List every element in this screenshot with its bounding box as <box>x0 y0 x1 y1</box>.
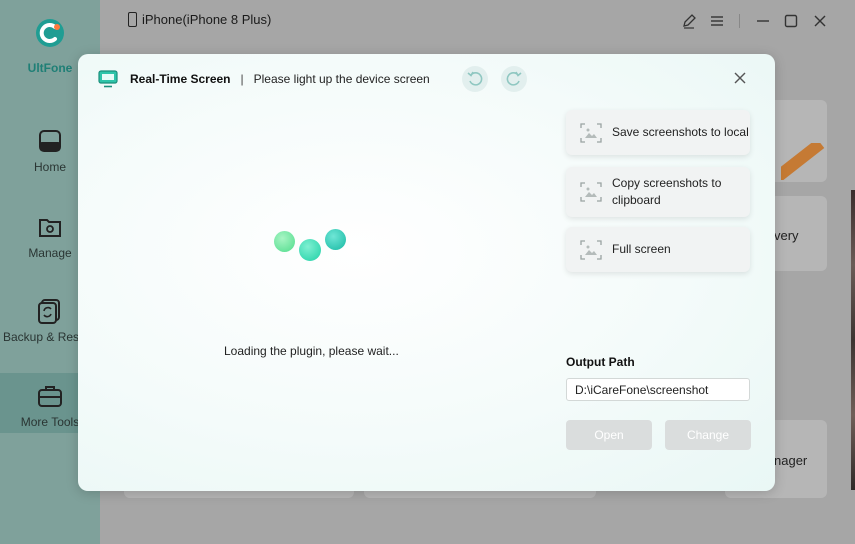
output-path-label: Output Path <box>566 355 635 369</box>
rotate-right-button[interactable] <box>501 66 527 92</box>
rotate-left-button[interactable] <box>462 66 488 92</box>
monitor-icon <box>98 70 118 88</box>
action-label: Save screenshots to local <box>612 125 749 139</box>
title-bar: iPhone(iPhone 8 Plus) <box>100 0 855 40</box>
copy-screenshots-button[interactable]: Copy screenshots to clipboard <box>566 167 750 217</box>
background-photo <box>851 190 855 490</box>
rotate-right-icon <box>506 71 522 86</box>
ultfone-logo-icon <box>36 19 64 47</box>
fullscreen-icon <box>580 239 602 260</box>
screenshot-icon <box>580 182 602 202</box>
close-dialog-icon[interactable] <box>733 71 747 85</box>
minimize-icon[interactable] <box>755 13 771 29</box>
dialog-header: Real-Time Screen | Please light up the d… <box>98 69 430 89</box>
maximize-icon[interactable] <box>783 13 799 29</box>
edit-icon[interactable] <box>681 13 697 29</box>
dialog-title: Real-Time Screen <box>130 72 231 86</box>
close-window-icon[interactable] <box>812 13 828 29</box>
output-path-field[interactable] <box>566 378 750 401</box>
background-card-text: very <box>774 228 799 243</box>
change-button[interactable]: Change <box>665 420 751 450</box>
loading-text: Loading the plugin, please wait... <box>224 344 399 358</box>
folder-gear-icon <box>39 219 61 237</box>
action-label: Copy screenshots to clipboard <box>612 176 722 207</box>
divider <box>739 14 740 28</box>
home-icon <box>39 130 61 152</box>
loading-dot <box>274 231 295 252</box>
screenshot-icon <box>580 122 602 143</box>
action-label: Full screen <box>612 242 671 256</box>
open-button[interactable]: Open <box>566 420 652 450</box>
menu-icon[interactable] <box>709 13 725 29</box>
loading-dot <box>325 229 346 250</box>
decorative-stripe <box>781 143 825 180</box>
real-time-screen-dialog: Real-Time Screen | Please light up the d… <box>78 54 775 491</box>
backup-restore-icon <box>38 299 60 324</box>
title-separator: | <box>240 72 244 86</box>
toolbox-icon <box>38 386 62 407</box>
device-indicator: iPhone(iPhone 8 Plus) <box>128 12 271 27</box>
full-screen-button[interactable]: Full screen <box>566 227 750 272</box>
dialog-subtitle: Please light up the device screen <box>253 72 430 86</box>
background-card-text: nager <box>774 453 808 468</box>
device-name: iPhone(iPhone 8 Plus) <box>142 12 272 27</box>
rotate-left-icon <box>467 71 483 86</box>
save-screenshots-button[interactable]: Save screenshots to local <box>566 110 750 155</box>
loading-dot <box>299 239 321 261</box>
phone-icon <box>128 12 137 27</box>
